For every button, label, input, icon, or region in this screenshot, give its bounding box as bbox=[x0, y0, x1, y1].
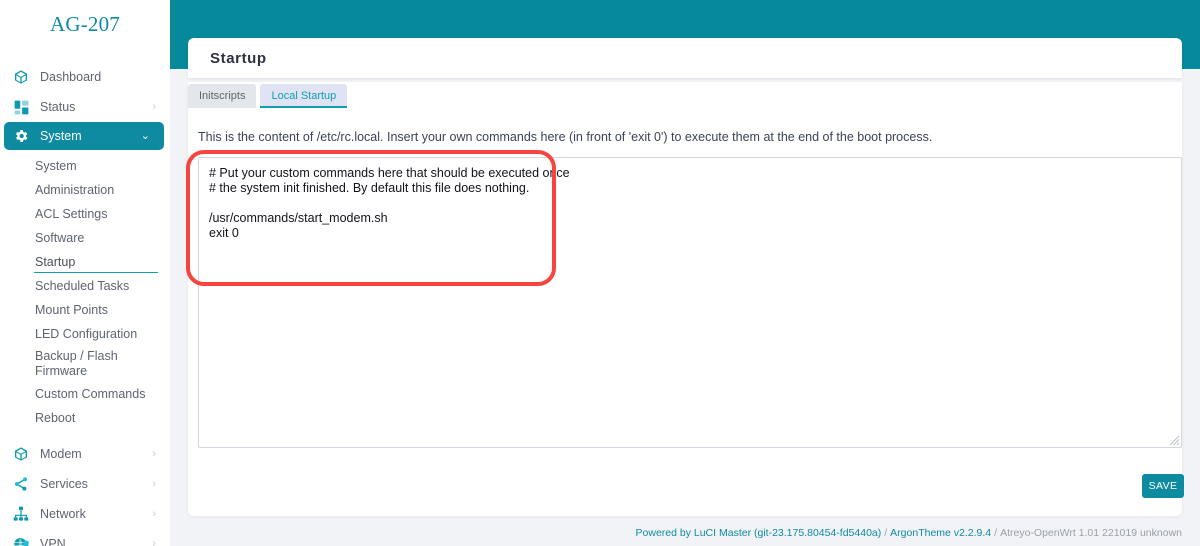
sidebar-item-services[interactable]: Services › bbox=[0, 469, 170, 499]
sidebar: AG-207 Dashboard Status › System ⌄ Syste… bbox=[0, 0, 170, 546]
sidebar-subitem-administration[interactable]: Administration bbox=[0, 178, 170, 202]
sidebar-subitem-scheduled-tasks[interactable]: Scheduled Tasks bbox=[0, 274, 170, 298]
sidebar-subitem-custom-commands[interactable]: Custom Commands bbox=[0, 382, 170, 406]
sidebar-subitem-label: Software bbox=[35, 231, 85, 245]
chevron-right-icon: › bbox=[152, 537, 156, 546]
brand-name: AG-207 bbox=[49, 11, 121, 36]
sidebar-subitem-acl-settings[interactable]: ACL Settings bbox=[0, 202, 170, 226]
chevron-right-icon: › bbox=[152, 507, 156, 520]
footer-separator-2: / bbox=[994, 527, 998, 539]
footer-powered-by[interactable]: Powered by LuCI Master (git-23.175.80454… bbox=[636, 527, 882, 539]
footer-theme[interactable]: ArgonTheme v2.2.9.4 bbox=[890, 527, 991, 539]
nodes-icon bbox=[12, 475, 30, 493]
tab-initscripts[interactable]: Initscripts bbox=[188, 84, 257, 108]
sidebar-item-vpn[interactable]: VPN › bbox=[0, 529, 170, 546]
page-root: AG-207 Dashboard Status › System ⌄ Syste… bbox=[0, 0, 1200, 546]
sidebar-subitem-system[interactable]: System bbox=[0, 154, 170, 178]
chevron-right-icon: › bbox=[152, 100, 156, 113]
gear-icon bbox=[12, 127, 30, 145]
cube-icon bbox=[12, 68, 30, 86]
rc-local-textarea[interactable] bbox=[198, 157, 1182, 448]
sidebar-subitem-label: System bbox=[35, 159, 77, 173]
sidebar-subitem-label: Custom Commands bbox=[35, 387, 146, 401]
sidebar-subitem-mount-points[interactable]: Mount Points bbox=[0, 298, 170, 322]
chevron-right-icon: › bbox=[152, 477, 156, 490]
tab-local-startup[interactable]: Local Startup bbox=[260, 84, 348, 108]
sidebar-submenu-system: System Administration ACL Settings Softw… bbox=[0, 150, 170, 432]
sidebar-subitem-label: Scheduled Tasks bbox=[35, 279, 130, 293]
sitemap-icon bbox=[12, 505, 30, 523]
globe-shield-icon bbox=[12, 535, 30, 546]
sidebar-subitem-label: ACL Settings bbox=[35, 207, 108, 221]
sidebar-item-network[interactable]: Network › bbox=[0, 499, 170, 529]
sidebar-item-label: Status bbox=[40, 100, 76, 114]
save-button[interactable]: SAVE bbox=[1142, 474, 1184, 498]
sidebar-item-label: System bbox=[40, 129, 82, 143]
sidebar-subitem-startup[interactable]: Startup bbox=[0, 250, 170, 274]
chevron-right-icon: › bbox=[152, 447, 156, 460]
footer: Powered by LuCI Master (git-23.175.80454… bbox=[170, 520, 1200, 546]
sidebar-subitem-label: Administration bbox=[35, 183, 115, 197]
brand-logo: AG-207 bbox=[0, 0, 170, 48]
tab-bar: Initscripts Local Startup bbox=[188, 82, 351, 108]
sidebar-subitem-label: Backup / Flash Firmware bbox=[35, 349, 118, 378]
sidebar-subitem-led-configuration[interactable]: LED Configuration bbox=[0, 322, 170, 346]
tab-label: Local Startup bbox=[271, 90, 337, 102]
sidebar-subitem-backup-flash-firmware[interactable]: Backup / Flash Firmware bbox=[0, 346, 170, 382]
sidebar-item-system[interactable]: System ⌄ bbox=[4, 122, 164, 150]
page-title-card: Startup bbox=[188, 38, 1182, 78]
footer-separator-1: / bbox=[884, 527, 888, 539]
page-description: This is the content of /etc/rc.local. In… bbox=[198, 130, 933, 144]
sidebar-item-label: Network bbox=[40, 507, 86, 521]
sidebar-item-label: Dashboard bbox=[40, 70, 102, 84]
sidebar-item-modem[interactable]: Modem › bbox=[0, 439, 170, 469]
cube-icon bbox=[12, 445, 30, 463]
sidebar-subitem-label: LED Configuration bbox=[35, 327, 138, 341]
sidebar-item-status[interactable]: Status › bbox=[0, 92, 170, 122]
sidebar-item-label: VPN bbox=[40, 537, 66, 546]
sidebar-subitem-label: Mount Points bbox=[35, 303, 108, 317]
sidebar-subitem-label: Startup bbox=[35, 255, 76, 269]
sidebar-subitem-reboot[interactable]: Reboot bbox=[0, 406, 170, 430]
sidebar-item-label: Services bbox=[40, 477, 88, 491]
sidebar-nav-top: Dashboard Status › System ⌄ System Admin… bbox=[0, 48, 170, 546]
sidebar-subitem-software[interactable]: Software bbox=[0, 226, 170, 250]
chevron-down-icon: ⌄ bbox=[140, 129, 150, 142]
tab-label: Initscripts bbox=[199, 90, 246, 102]
footer-firmware: Atreyo-OpenWrt 1.01 221019 unknown bbox=[1000, 527, 1182, 539]
page-title: Startup bbox=[210, 49, 267, 67]
sidebar-subitem-label: Reboot bbox=[35, 411, 76, 425]
sidebar-item-dashboard[interactable]: Dashboard bbox=[0, 62, 170, 92]
sidebar-item-label: Modem bbox=[40, 447, 82, 461]
grid-icon bbox=[12, 98, 30, 116]
